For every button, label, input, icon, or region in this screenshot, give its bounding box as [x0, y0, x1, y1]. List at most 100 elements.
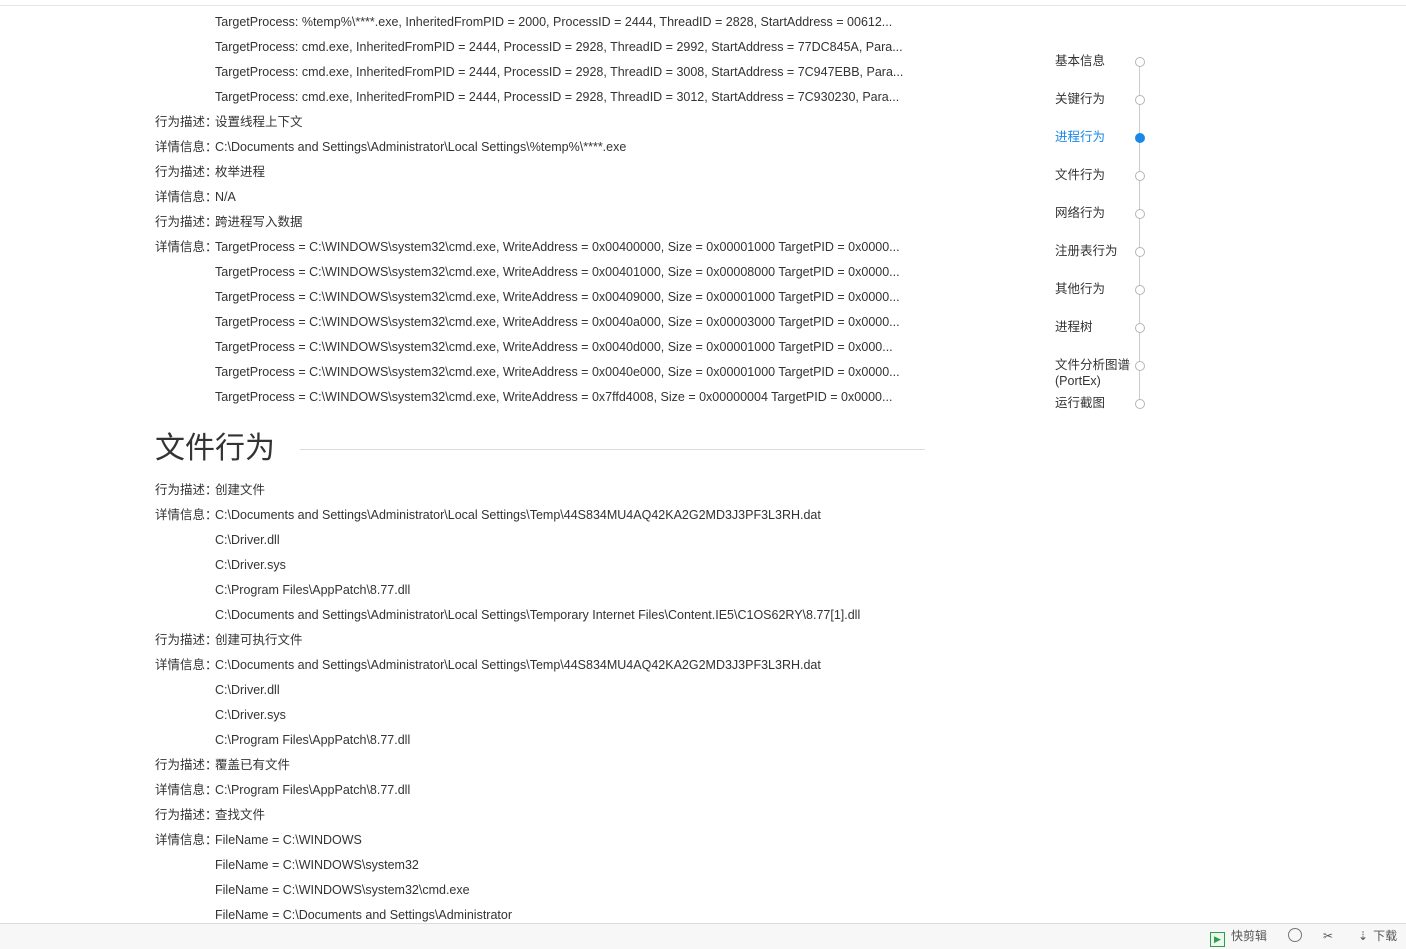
- nav-item-label: 其他行为: [1055, 282, 1106, 296]
- kuaijianji-label: 快剪辑: [1231, 929, 1268, 943]
- behavior-desc-row: 行为描述：查找文件: [155, 803, 930, 828]
- detail-line: TargetProcess = C:\WINDOWS\system32\cmd.…: [215, 365, 900, 379]
- detail-line: C:\Driver.sys: [215, 708, 286, 722]
- tools-button[interactable]: ✂: [1323, 928, 1333, 945]
- download-icon: ⇣: [1358, 929, 1369, 943]
- desc-value: 创建可执行文件: [215, 633, 303, 647]
- speed-button[interactable]: [1288, 928, 1308, 945]
- nav-dot-icon: [1135, 95, 1145, 105]
- file-behavior-header: 文件行为: [155, 423, 930, 475]
- nav-item-label: 文件行为: [1055, 168, 1106, 182]
- file-behavior-block: 行为描述：创建文件 详情信息：C:\Documents and Settings…: [155, 478, 930, 923]
- detail-line: C:\Program Files\AppPatch\8.77.dll: [215, 733, 411, 747]
- detail-line: C:\Documents and Settings\Administrator\…: [215, 608, 861, 622]
- nav-item-label: 网络行为: [1055, 206, 1106, 220]
- detail-label: 详情信息：: [155, 240, 218, 254]
- nav-item-label: 进程行为: [1055, 130, 1106, 144]
- desc-label: 行为描述：: [155, 483, 218, 497]
- section-divider: [300, 449, 925, 450]
- nav-dot-icon: [1135, 285, 1145, 295]
- detail-line: TargetProcess: cmd.exe, InheritedFromPID…: [215, 90, 900, 104]
- detail-value: N/A: [215, 190, 236, 204]
- nav-item-label: 注册表行为: [1055, 244, 1118, 258]
- desc-value: 枚举进程: [215, 165, 266, 179]
- desc-label: 行为描述：: [155, 633, 218, 647]
- behavior-detail-row: 详情信息：C:\Program Files\AppPatch\8.77.dll: [155, 778, 930, 803]
- detail-line: FileName = C:\WINDOWS\system32\cmd.exe: [215, 883, 470, 897]
- report-content: TargetProcess: %temp%\****.exe, Inherite…: [155, 10, 930, 923]
- desc-label: 行为描述：: [155, 115, 218, 129]
- nav-dot-icon: [1135, 247, 1145, 257]
- detail-value: C:\Documents and Settings\Administrator\…: [215, 508, 821, 522]
- desc-label: 行为描述：: [155, 215, 218, 229]
- detail-label: 详情信息：: [155, 140, 218, 154]
- top-divider: [0, 5, 1406, 6]
- nav-dot-icon: [1135, 133, 1145, 143]
- detail-value: C:\Documents and Settings\Administrator\…: [215, 658, 821, 672]
- behavior-detail-row: 详情信息：C:\Documents and Settings\Administr…: [155, 135, 930, 160]
- detail-value: C:\Program Files\AppPatch\8.77.dll: [215, 783, 411, 797]
- desc-value: 覆盖已有文件: [215, 758, 291, 772]
- detail-label: 详情信息：: [155, 508, 218, 522]
- nav-item-file-analysis-graph[interactable]: 文件分析图谱(PortEx): [1055, 345, 1155, 388]
- nav-dot-icon: [1135, 399, 1145, 409]
- speed-icon: [1288, 928, 1302, 942]
- behavior-desc-row: 行为描述：枚举进程: [155, 160, 930, 185]
- nav-item-process-behavior[interactable]: 进程行为: [1055, 117, 1155, 155]
- nav-item-label: 基本信息: [1055, 54, 1106, 68]
- behavior-desc-row: 行为描述：覆盖已有文件: [155, 753, 930, 778]
- desc-label: 行为描述：: [155, 165, 218, 179]
- nav-item-other-behavior[interactable]: 其他行为: [1055, 269, 1155, 307]
- detail-line: TargetProcess = C:\WINDOWS\system32\cmd.…: [215, 265, 900, 279]
- nav-item-registry-behavior[interactable]: 注册表行为: [1055, 231, 1155, 269]
- nav-item-screenshots[interactable]: 运行截图: [1055, 383, 1155, 421]
- nav-item-basic-info[interactable]: 基本信息: [1055, 41, 1155, 79]
- detail-line: TargetProcess = C:\WINDOWS\system32\cmd.…: [215, 315, 900, 329]
- detail-value: TargetProcess = C:\WINDOWS\system32\cmd.…: [215, 240, 900, 254]
- desc-value: 创建文件: [215, 483, 266, 497]
- detail-label: 详情信息：: [155, 658, 218, 672]
- nav-dot-icon: [1135, 171, 1145, 181]
- detail-line: TargetProcess = C:\WINDOWS\system32\cmd.…: [215, 390, 893, 404]
- nav-item-network-behavior[interactable]: 网络行为: [1055, 193, 1155, 231]
- process-behavior-block: TargetProcess: %temp%\****.exe, Inherite…: [155, 10, 930, 410]
- behavior-desc-row: 行为描述：创建可执行文件: [155, 628, 930, 653]
- detail-line: FileName = C:\WINDOWS\system32: [215, 858, 419, 872]
- behavior-detail-row: 详情信息：C:\Documents and Settings\Administr…: [155, 503, 930, 528]
- detail-line: C:\Driver.dll: [215, 683, 280, 697]
- section-nav: 基本信息 关键行为 进程行为 文件行为 网络行为 注册表行为 其他行为 进程树 …: [1055, 40, 1155, 420]
- behavior-detail-row: 详情信息：FileName = C:\WINDOWS: [155, 828, 930, 853]
- nav-item-key-behavior[interactable]: 关键行为: [1055, 79, 1155, 117]
- detail-label: 详情信息：: [155, 833, 218, 847]
- nav-dot-icon: [1135, 323, 1145, 333]
- behavior-desc-row: 行为描述：跨进程写入数据: [155, 210, 930, 235]
- nav-dot-icon: [1135, 361, 1145, 371]
- behavior-detail-row: 详情信息：TargetProcess = C:\WINDOWS\system32…: [155, 235, 930, 260]
- desc-value: 查找文件: [215, 808, 266, 822]
- detail-line: TargetProcess = C:\WINDOWS\system32\cmd.…: [215, 340, 893, 354]
- kuaijianji-button[interactable]: ▶ 快剪辑: [1210, 928, 1268, 947]
- desc-label: 行为描述：: [155, 758, 218, 772]
- behavior-desc-row: 行为描述：创建文件: [155, 478, 930, 503]
- download-label: 下载: [1373, 929, 1398, 943]
- detail-line: FileName = C:\Documents and Settings\Adm…: [215, 908, 512, 922]
- nav-item-file-behavior[interactable]: 文件行为: [1055, 155, 1155, 193]
- detail-line: C:\Program Files\AppPatch\8.77.dll: [215, 583, 411, 597]
- nav-item-label: 进程树: [1055, 320, 1093, 334]
- nav-item-label: 运行截图: [1055, 396, 1106, 410]
- section-title: 文件行为: [155, 423, 295, 475]
- detail-line: TargetProcess = C:\WINDOWS\system32\cmd.…: [215, 290, 900, 304]
- detail-line: TargetProcess: cmd.exe, InheritedFromPID…: [215, 65, 904, 79]
- status-bar: ▶ 快剪辑 ✂ ⇣ 下载: [0, 923, 1406, 949]
- detail-value: FileName = C:\WINDOWS: [215, 833, 362, 847]
- detail-value: C:\Documents and Settings\Administrator\…: [215, 140, 627, 154]
- nav-item-process-tree[interactable]: 进程树: [1055, 307, 1155, 345]
- behavior-desc-row: 行为描述：设置线程上下文: [155, 110, 930, 135]
- desc-value: 设置线程上下文: [215, 115, 303, 129]
- download-button[interactable]: ⇣ 下载: [1358, 928, 1397, 945]
- detail-line: C:\Driver.dll: [215, 533, 280, 547]
- detail-line: TargetProcess: cmd.exe, InheritedFromPID…: [215, 40, 903, 54]
- desc-value: 跨进程写入数据: [215, 215, 303, 229]
- desc-label: 行为描述：: [155, 808, 218, 822]
- detail-label: 详情信息：: [155, 783, 218, 797]
